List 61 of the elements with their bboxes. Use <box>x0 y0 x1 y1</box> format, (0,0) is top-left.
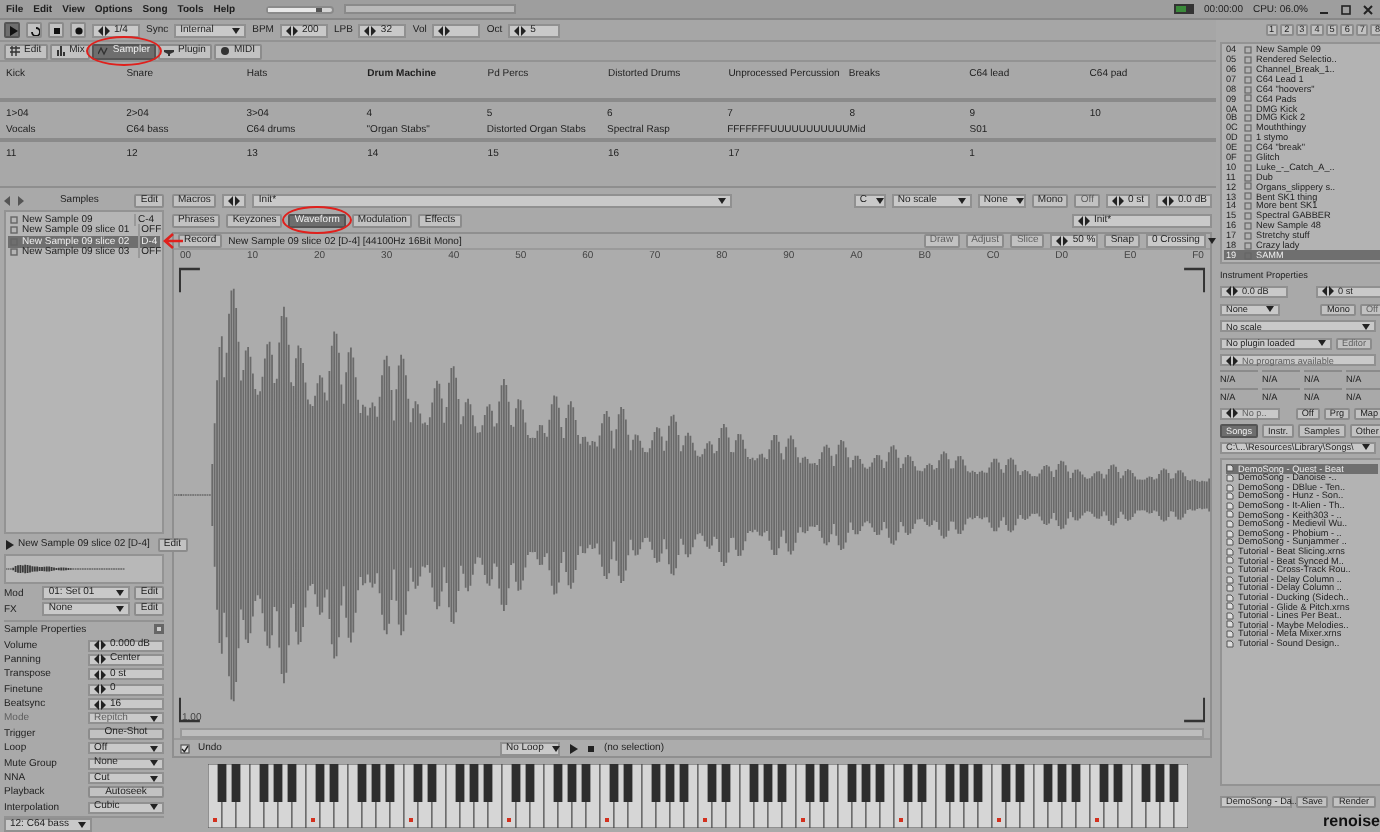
caret-icon <box>718 198 727 204</box>
previous-icon[interactable] <box>4 195 12 205</box>
spin-arrows-icon <box>1078 216 1090 226</box>
caret-icon <box>875 198 884 204</box>
caret-icon <box>1362 323 1370 330</box>
maximize-icon[interactable] <box>1340 3 1352 15</box>
caret-icon <box>78 822 86 828</box>
spin-arrows-icon <box>285 25 298 35</box>
spin-arrows-icon <box>94 640 106 650</box>
spin-arrows-icon <box>1162 196 1174 206</box>
record-icon <box>73 25 83 35</box>
grid-icon <box>10 46 20 56</box>
spin-arrows-icon <box>514 25 527 35</box>
loop-icon <box>29 25 39 35</box>
spin-arrows-icon <box>1226 286 1238 297</box>
caret-icon <box>150 804 158 811</box>
level-meter-icon <box>1174 4 1195 14</box>
play-button[interactable] <box>4 22 20 38</box>
play-icon[interactable] <box>567 743 578 753</box>
spin-arrows-icon <box>98 25 110 35</box>
next-icon[interactable] <box>16 195 24 205</box>
preset-spinner[interactable] <box>222 194 247 208</box>
spin-arrows-icon <box>1322 286 1334 297</box>
volume-slider[interactable] <box>265 5 334 13</box>
volume-field[interactable] <box>432 23 481 37</box>
loop-button[interactable] <box>26 22 42 38</box>
spin-arrows-icon <box>364 25 377 35</box>
spin-arrows-icon <box>94 654 106 665</box>
stop-button[interactable] <box>48 22 64 38</box>
piano-keyboard[interactable] <box>208 764 1188 828</box>
spin-arrows-icon <box>94 684 106 695</box>
collapse-icon[interactable] <box>154 624 164 635</box>
stop-icon[interactable] <box>585 743 596 753</box>
play-icon <box>7 25 17 35</box>
dot-icon <box>219 46 230 56</box>
spin-arrows-icon <box>228 196 241 206</box>
bars-icon <box>55 46 66 56</box>
caret-icon <box>1318 340 1326 347</box>
caret-icon <box>551 745 560 751</box>
spin-arrows-icon <box>1056 236 1069 246</box>
wave-icon <box>98 46 109 56</box>
spin-arrows-icon <box>94 669 106 680</box>
caret-icon <box>1266 306 1274 312</box>
caret-icon <box>957 198 966 204</box>
spin-arrows-icon <box>1112 196 1124 206</box>
spin-arrows-icon <box>1226 408 1238 419</box>
checkbox-icon[interactable] <box>180 743 190 753</box>
caret-icon <box>1015 198 1024 204</box>
caret-icon <box>232 27 241 33</box>
spin-arrows-icon <box>94 699 106 710</box>
record-button[interactable] <box>70 22 86 38</box>
close-icon[interactable] <box>1362 3 1374 15</box>
spin-arrows-icon <box>1226 355 1238 366</box>
stop-icon <box>51 25 61 35</box>
caret-icon <box>1207 238 1216 244</box>
caret-icon <box>1362 444 1370 451</box>
play-icon[interactable] <box>4 539 14 550</box>
spin-arrows-icon <box>438 25 451 35</box>
app-logo: renoise <box>1323 812 1380 832</box>
horizontal-scrollbar[interactable] <box>180 728 1204 738</box>
caret-icon <box>150 715 158 722</box>
